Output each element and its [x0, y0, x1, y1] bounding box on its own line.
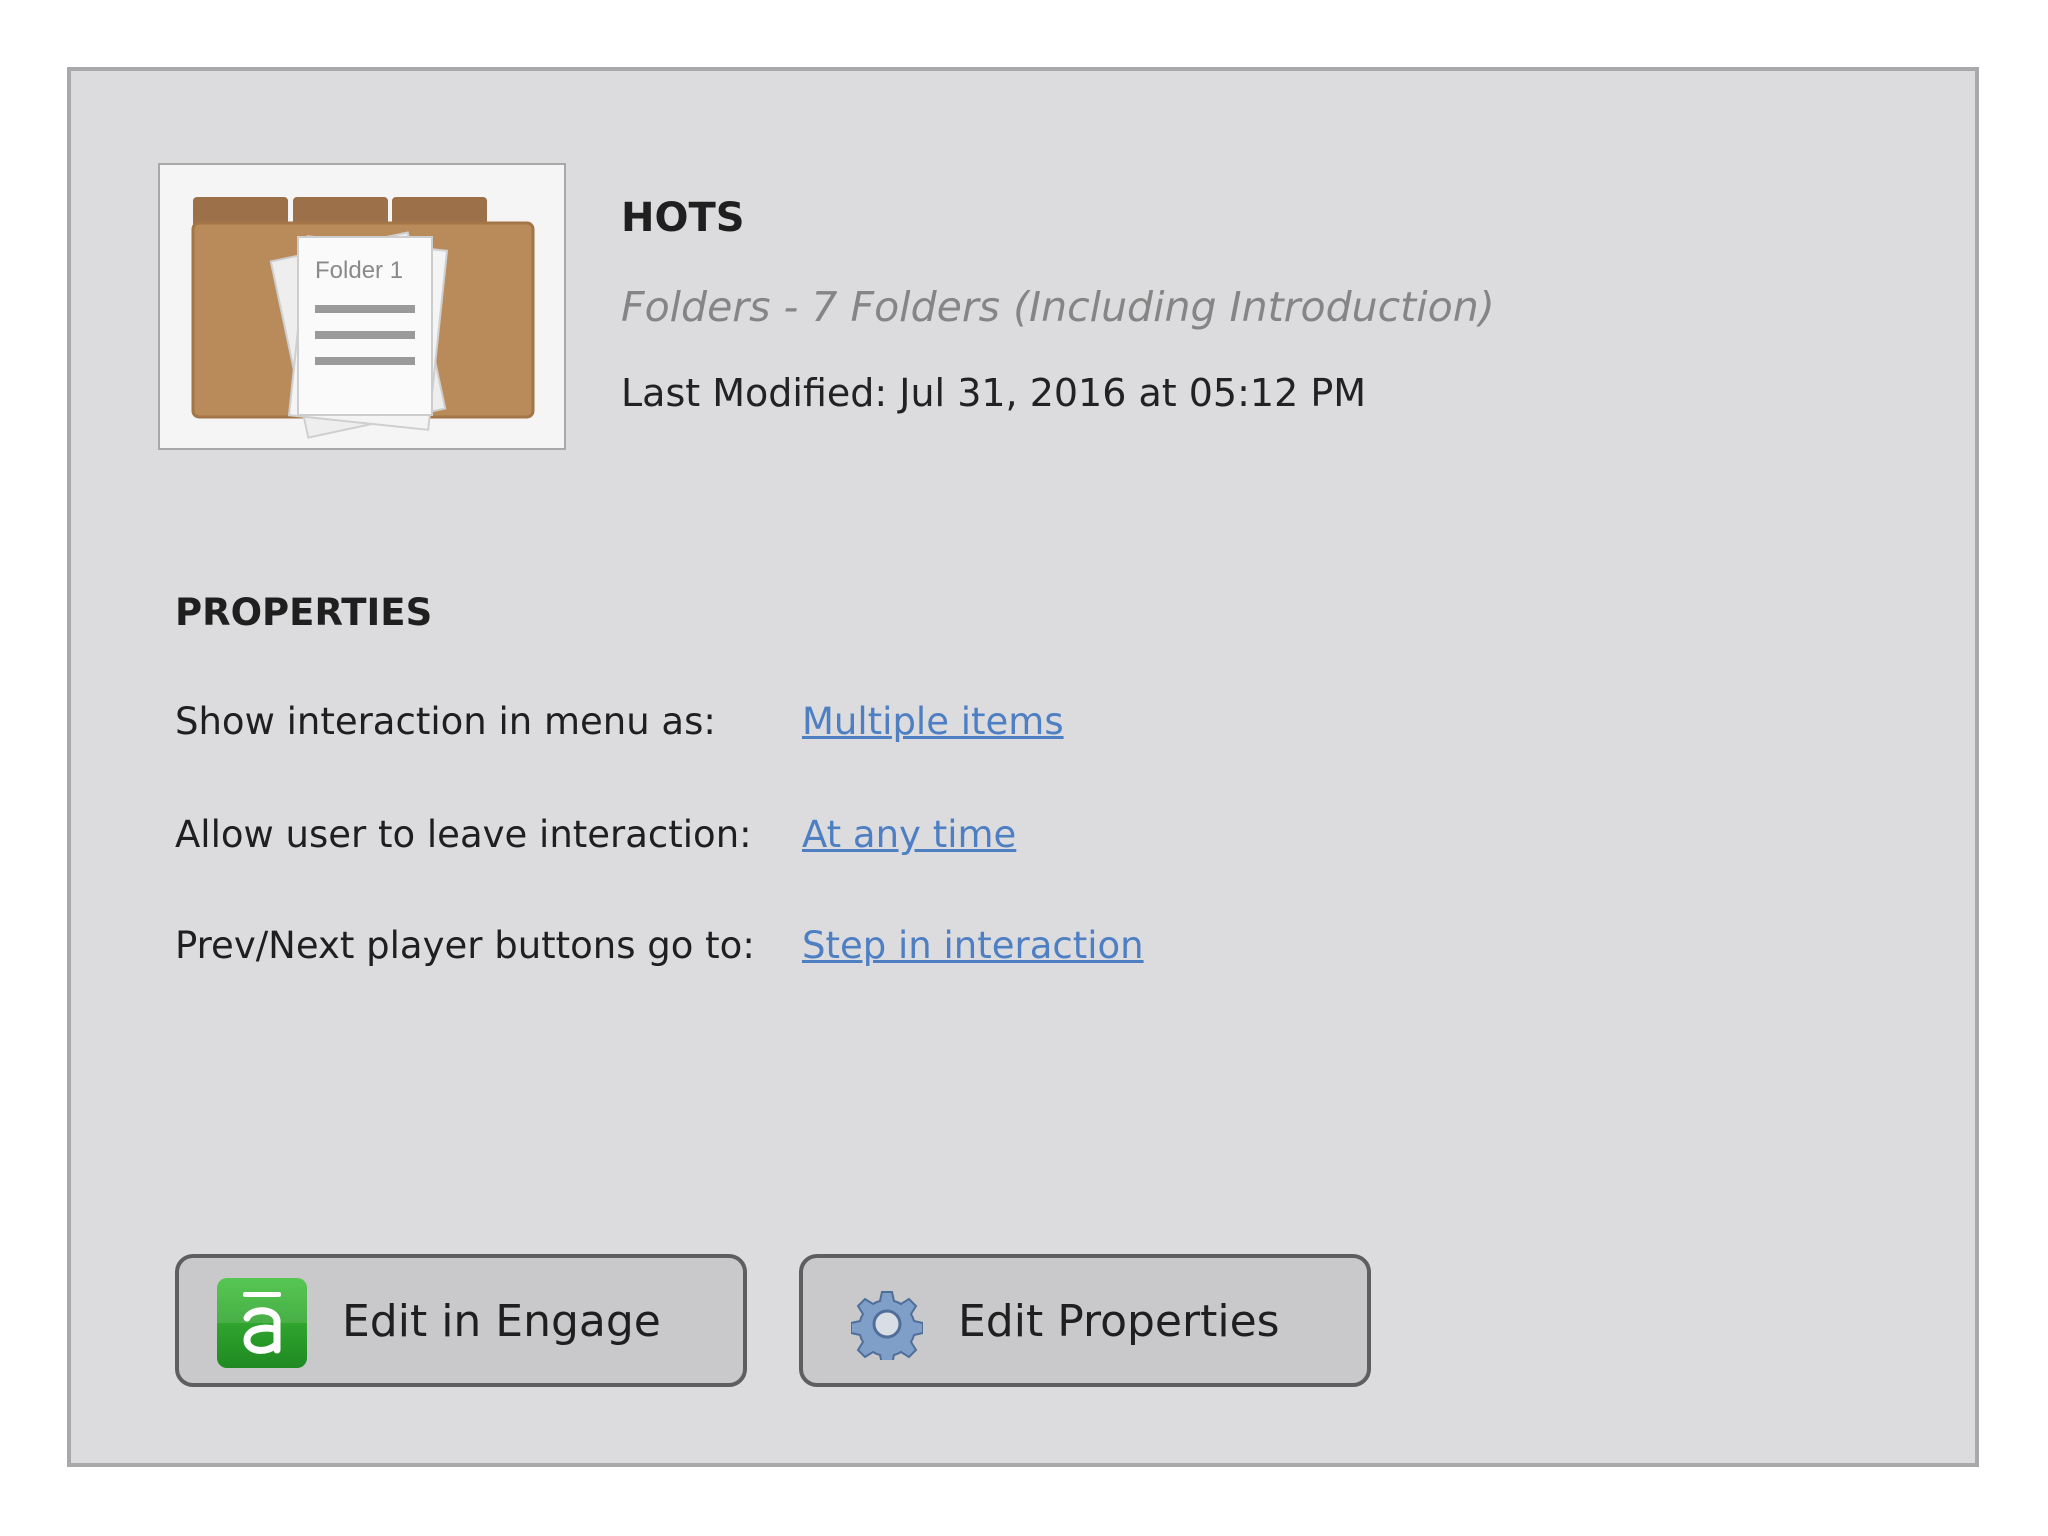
gear-icon	[850, 1288, 924, 1365]
property-label: Show interaction in menu as:	[175, 700, 716, 743]
property-label: Allow user to leave interaction:	[175, 813, 752, 856]
edit-properties-label: Edit Properties	[958, 1296, 1280, 1347]
property-label: Prev/Next player buttons go to:	[175, 924, 755, 967]
interaction-subtitle: Folders - 7 Folders (Including Introduct…	[621, 283, 1495, 331]
properties-heading: PROPERTIES	[175, 591, 433, 634]
interaction-thumbnail: Folder 1	[158, 163, 566, 450]
property-row-leave: Allow user to leave interaction: At any …	[175, 813, 1575, 863]
folder-page-label: Folder 1	[315, 257, 403, 284]
show-in-menu-link[interactable]: Multiple items	[802, 700, 1064, 743]
edit-properties-button[interactable]: Edit Properties	[799, 1254, 1371, 1387]
edit-in-engage-button[interactable]: Edit in Engage	[175, 1254, 747, 1387]
engage-icon	[217, 1278, 307, 1368]
edit-in-engage-label: Edit in Engage	[342, 1296, 661, 1347]
last-modified: Last Modified: Jul 31, 2016 at 05:12 PM	[621, 371, 1367, 415]
interaction-panel: Folder 1 HOTS Folders - 7 Folders (Inclu…	[67, 67, 1979, 1467]
property-row-prev-next: Prev/Next player buttons go to: Step in …	[175, 924, 1575, 974]
leave-interaction-link[interactable]: At any time	[802, 813, 1016, 856]
interaction-title: HOTS	[621, 195, 745, 241]
property-row-menu: Show interaction in menu as: Multiple it…	[175, 700, 1575, 750]
folder-icon: Folder 1	[191, 197, 535, 439]
prev-next-link[interactable]: Step in interaction	[802, 924, 1144, 967]
